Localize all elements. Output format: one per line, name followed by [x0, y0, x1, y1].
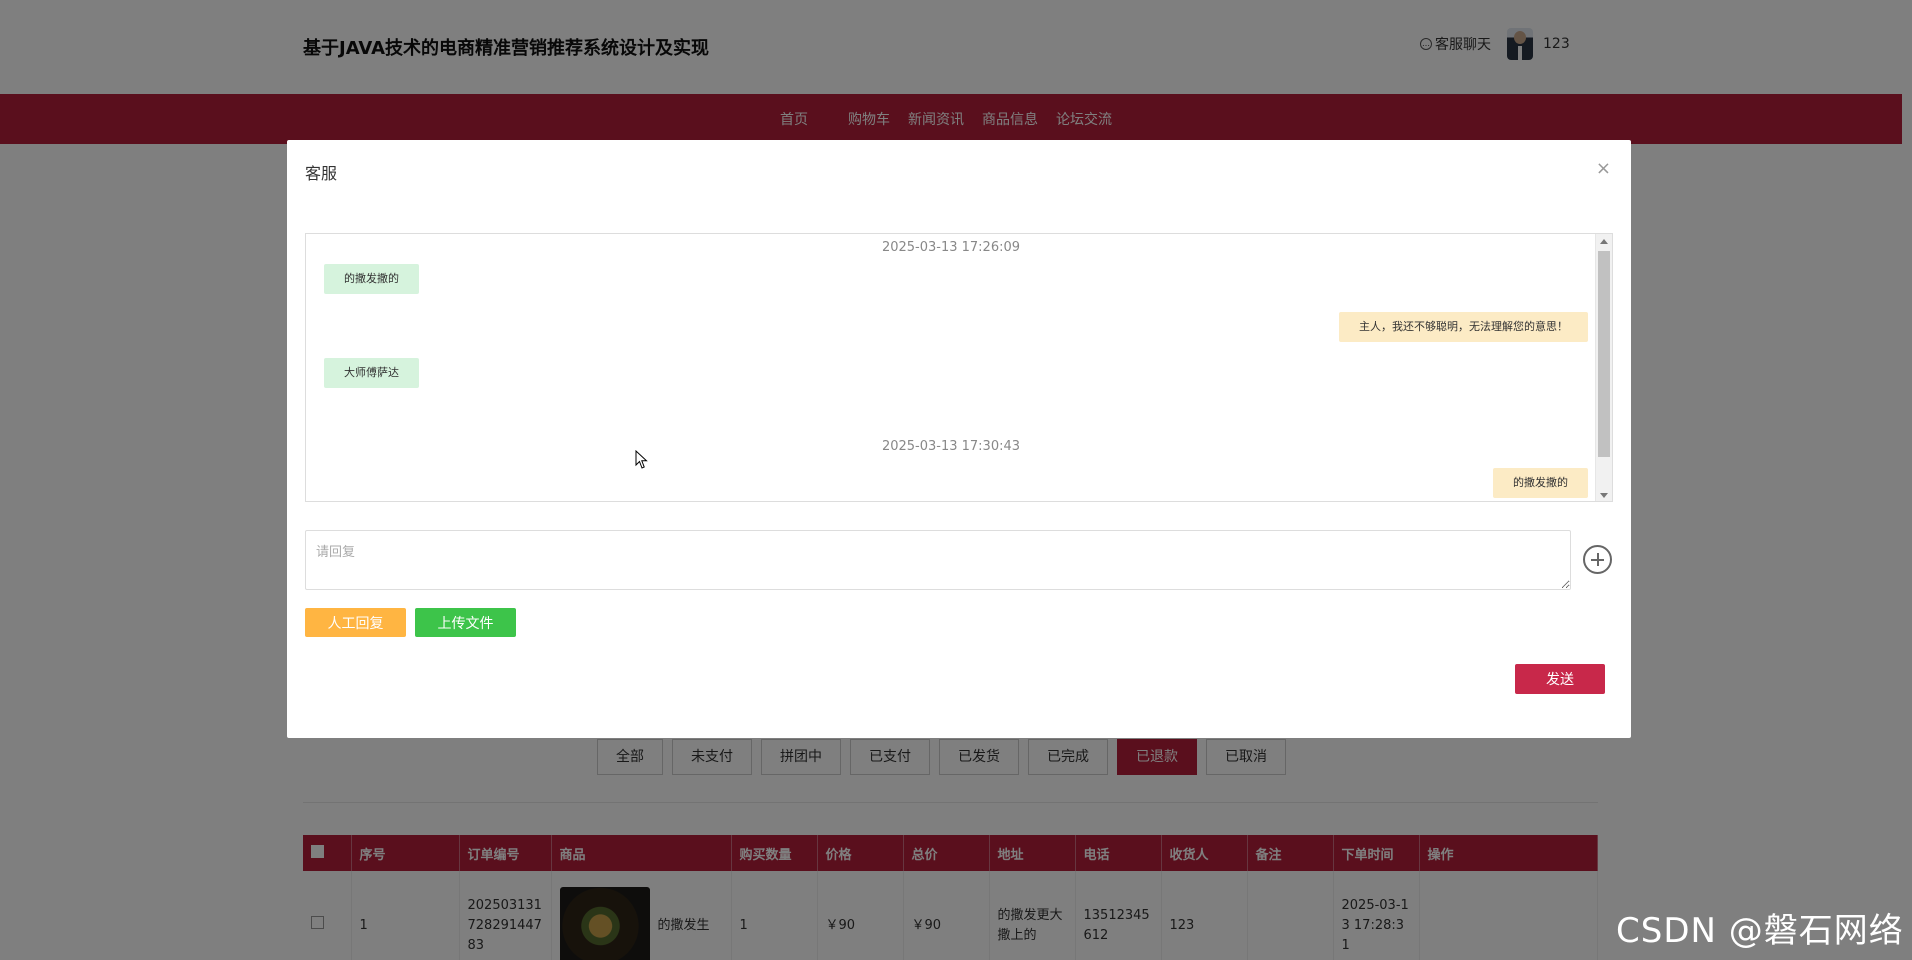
dialog-title: 客服: [305, 164, 338, 183]
scroll-down-arrow-icon[interactable]: [1600, 493, 1608, 498]
bot-message: 主人，我还不够聪明，无法理解您的意思！: [1339, 312, 1588, 342]
upload-file-button[interactable]: 上传文件: [415, 608, 516, 637]
add-icon[interactable]: [1583, 545, 1612, 574]
user-message: 大师傅萨达: [324, 358, 419, 388]
user-message: 的撒发撒的: [324, 264, 419, 294]
chat-history[interactable]: 2025-03-13 17:26:09 的撒发撒的 主人，我还不够聪明，无法理解…: [305, 233, 1613, 502]
bot-message: 的撒发撒的: [1493, 468, 1588, 498]
chat-scrollbar[interactable]: [1595, 234, 1612, 501]
reply-input[interactable]: [305, 530, 1571, 590]
watermark: CSDN @磐石网络: [1616, 911, 1904, 951]
chat-messages: 2025-03-13 17:26:09 的撒发撒的 主人，我还不够聪明，无法理解…: [306, 234, 1596, 501]
mouse-cursor-icon: [635, 450, 648, 469]
manual-reply-button[interactable]: 人工回复: [305, 608, 406, 637]
close-icon[interactable]: ×: [1596, 158, 1611, 179]
message-timestamp: 2025-03-13 17:30:43: [881, 439, 1021, 454]
scroll-thumb[interactable]: [1598, 251, 1610, 457]
message-timestamp: 2025-03-13 17:26:09: [881, 240, 1021, 255]
customer-service-dialog: 客服 × 2025-03-13 17:26:09 的撒发撒的 主人，我还不够聪明…: [287, 140, 1631, 738]
send-button[interactable]: 发送: [1515, 664, 1605, 694]
scroll-up-arrow-icon[interactable]: [1600, 239, 1608, 244]
